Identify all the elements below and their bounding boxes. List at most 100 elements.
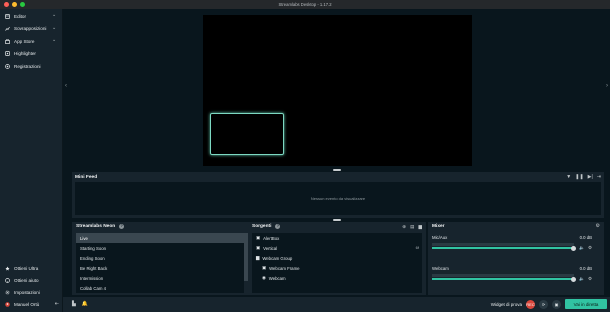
sidebar-item-label: Registrazioni: [14, 63, 41, 69]
mixer-track: Mic/Aux 0.0 dB 🔈 ⚙: [432, 235, 592, 251]
mixer-panel: Mixer ⚙ Mic/Aux 0.0 dB 🔈 ⚙ Webcam 0.0 dB…: [428, 222, 604, 295]
vertical-icon: ▣: [256, 245, 261, 250]
source-item[interactable]: ▣ Webcam Frame: [252, 263, 422, 273]
gear-icon[interactable]: ⚙: [588, 245, 592, 251]
notifications-icon[interactable]: 🔔: [82, 301, 88, 307]
filter-icon[interactable]: ▼: [566, 174, 571, 180]
speaker-icon[interactable]: 🔈: [579, 276, 585, 282]
store-icon: [5, 38, 10, 44]
performance-icon[interactable]: ▙: [72, 301, 76, 307]
selected-source-box[interactable]: [210, 113, 284, 155]
sidebar-item-label: Impostazioni: [14, 289, 40, 295]
go-live-button[interactable]: Vai in diretta: [565, 299, 607, 309]
resize-handle[interactable]: [333, 219, 341, 221]
window-title: Streamlabs Desktop - 1.17.2: [278, 2, 332, 7]
resize-handle[interactable]: [333, 169, 341, 171]
scene-collection-title[interactable]: Streamlabs Neon: [76, 224, 115, 229]
mini-feed-empty-text: Nessun evento da visualizzare: [310, 196, 366, 201]
webcam-icon: ◉: [262, 275, 266, 280]
scene-list: Live Starting Soon Ending Soon Be Right …: [76, 233, 244, 293]
mini-feed-panel: Mini Feed ▼ ❚❚ ▶| ⇥ Nessun evento da vis…: [72, 172, 604, 218]
editor-icon: [5, 13, 10, 19]
mixer-track: Webcam 0.0 dB 🔈 ⚙: [432, 266, 592, 282]
source-item[interactable]: ◉ Webcam: [252, 273, 422, 283]
pause-icon[interactable]: ❚❚: [575, 174, 583, 180]
alertbox-icon: ▣: [256, 235, 261, 240]
source-item[interactable]: ▆ Webcam Group: [252, 253, 422, 263]
scene-item[interactable]: Ending Soon: [76, 253, 244, 263]
volume-meter: [432, 274, 574, 277]
scene-item[interactable]: Intermission: [76, 273, 244, 283]
avatar-icon: [5, 301, 10, 307]
camera-icon[interactable]: ▣: [552, 299, 561, 309]
maximize-window-button[interactable]: [20, 2, 25, 7]
chevron-down-icon[interactable]: ⌄: [52, 25, 57, 31]
sidebar-item-ultra[interactable]: Ottieni Ultra: [0, 262, 63, 274]
volume-slider[interactable]: [432, 247, 574, 249]
sidebar-item-help[interactable]: Ottieni aiuto: [0, 274, 63, 286]
chevron-right-icon[interactable]: ›: [606, 83, 608, 89]
close-window-button[interactable]: [4, 2, 9, 7]
scenes-panel: Streamlabs Neon ? Live Starting Soon End…: [72, 222, 248, 295]
source-item[interactable]: ▣ Vertical 6f: [252, 243, 422, 253]
volume-slider-handle[interactable]: [571, 245, 576, 251]
sidebar-item-label: Editor: [14, 13, 27, 19]
sidebar: Editor ⌄ Sovrapposizioni ⌄ App Store ⌄ H…: [0, 9, 63, 312]
help-icon[interactable]: ?: [119, 224, 125, 229]
scene-item[interactable]: Be Right Back: [76, 263, 244, 273]
preview-canvas[interactable]: [203, 15, 472, 166]
mini-feed-title: Mini Feed: [75, 175, 98, 180]
highlighter-icon: [5, 51, 10, 57]
volume-slider-handle[interactable]: [571, 276, 576, 282]
chevron-down-icon[interactable]: ⌄: [52, 38, 57, 43]
chevron-down-icon[interactable]: ⌄: [52, 13, 57, 18]
collapse-sidebar-icon[interactable]: ⇤: [55, 301, 59, 307]
sidebar-item-label: Highlighter: [14, 51, 36, 57]
test-widgets-label[interactable]: Widget di prova: [491, 302, 522, 307]
sidebar-item-highlighter[interactable]: Highlighter: [0, 48, 62, 61]
ultra-icon: [5, 266, 10, 270]
minimize-window-button[interactable]: [12, 2, 17, 7]
sidebar-item-label: App Store: [14, 38, 35, 44]
sidebar-item-label: Manuel Ortù: [14, 301, 40, 307]
help-icon: [5, 277, 10, 283]
sources-panel: Sorgenti ? ⊕ ▤ ▆ ▣ AlertBox ▣ Vertical 6…: [248, 222, 426, 295]
sidebar-item-label: Ottieni Ultra: [14, 265, 39, 271]
gear-icon: [5, 290, 10, 294]
scene-item[interactable]: Collab Cam 4: [76, 283, 244, 293]
record-button[interactable]: REC: [526, 299, 535, 309]
sidebar-item-recordings[interactable]: Registrazioni: [0, 60, 62, 73]
mixer-title: Mixer: [432, 224, 445, 229]
scene-item[interactable]: Starting Soon: [76, 243, 244, 253]
sidebar-item-editor[interactable]: Editor ⌄: [0, 10, 62, 23]
editor-area: ‹ ›: [63, 9, 610, 167]
overlay-icon: [5, 27, 10, 31]
folder-icon[interactable]: ▆: [418, 224, 422, 230]
skip-icon[interactable]: ▶|: [588, 174, 593, 180]
speaker-icon[interactable]: 🔈: [579, 245, 585, 251]
sidebar-item-profile[interactable]: Manuel Ortù ⇤: [0, 298, 63, 310]
sidebar-item-label: Ottieni aiuto: [14, 277, 39, 283]
gear-icon[interactable]: ⚙: [596, 223, 600, 229]
source-item[interactable]: ▣ AlertBox: [252, 233, 422, 243]
recordings-icon: [5, 63, 10, 69]
sidebar-item-overlays[interactable]: Sovrapposizioni ⌄: [0, 23, 62, 36]
sidebar-item-settings[interactable]: Impostazioni: [0, 286, 63, 298]
title-bar: Streamlabs Desktop - 1.17.2: [0, 0, 610, 9]
mini-feed-body: Nessun evento da visualizzare: [75, 182, 601, 215]
add-source-icon[interactable]: ⊕: [402, 224, 406, 230]
sources-title: Sorgenti: [252, 224, 272, 229]
scene-item[interactable]: Live: [76, 233, 244, 243]
window-controls: [4, 2, 25, 7]
add-folder-icon[interactable]: ▤: [410, 224, 414, 230]
replay-buffer-icon[interactable]: ⟳: [539, 299, 548, 309]
popout-icon[interactable]: ⇥: [597, 174, 601, 180]
sidebar-item-app-store[interactable]: App Store ⌄: [0, 35, 62, 48]
help-icon[interactable]: ?: [275, 224, 281, 229]
footer-bar: ▙ 🔔 Widget di prova REC ⟳ ▣ Vai in diret…: [63, 297, 610, 312]
volume-meter: [432, 243, 574, 246]
gear-icon[interactable]: ⚙: [588, 276, 592, 282]
volume-slider[interactable]: [432, 278, 574, 280]
chevron-left-icon[interactable]: ‹: [65, 83, 67, 89]
sidebar-item-label: Sovrapposizioni: [14, 26, 47, 32]
